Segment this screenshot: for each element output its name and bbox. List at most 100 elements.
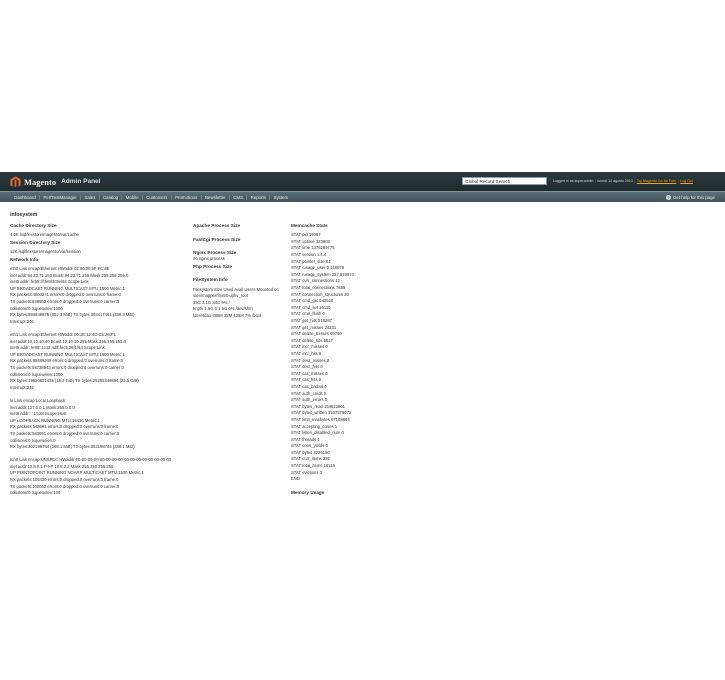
network-line: inet6 addr: fe80::ff:fe5f:fc8e/64 Scope:… xyxy=(10,279,89,285)
nav-item-dashboard[interactable]: Dashboard xyxy=(11,194,41,200)
network-line: lo Link encap:Local Loopback xyxy=(10,397,66,403)
network-line: inet addr:94.23.71.153 Bcast:94.23.71.25… xyxy=(10,272,129,278)
global-search-input[interactable] xyxy=(462,177,547,185)
nginx-process-size-value: no nginx process xyxy=(193,256,225,262)
nav-item-customers[interactable]: Customers xyxy=(143,194,172,200)
main-navigation: Dashboard PerfTestManager Sales Catalog … xyxy=(0,191,725,202)
fastcgi-process-size-heading: FastCgi Process Size xyxy=(193,236,241,242)
memcache-stat-line: STAT cas_badval 0 xyxy=(291,383,327,389)
network-line: TX packets:838553 errors:0 dropped:0 ove… xyxy=(10,299,120,305)
process-info-column: Apache Process Size FastCgi Process Size… xyxy=(193,222,288,320)
memcache-stat-line: STAT cas_hits 0 xyxy=(291,377,322,383)
memcache-stat-line: STAT accepting_conns 1 xyxy=(291,423,338,429)
memcache-stat-line: STAT version 1.4.4 xyxy=(291,252,327,258)
network-line: inet addr:10.10.10.40 Bcast:10.10.10.255… xyxy=(10,338,126,344)
cache-directory-size-heading: Cache Directory Size xyxy=(10,223,57,228)
filesystem-info-block: Filesystem Size Used Avail Use% Mounted … xyxy=(193,287,288,320)
memcache-stat-line: STAT delete_hits 6617 xyxy=(291,337,333,343)
network-line: eth0 Link encap:Ethernet HWaddr 02:00:00… xyxy=(10,266,110,272)
network-tun0-block: tun0 Link encap:UNSPEC HWaddr 00-00-00-0… xyxy=(10,457,190,497)
memcache-stat-line: STAT connection_structures 30 xyxy=(291,291,349,297)
session-directory-size-value: 12K /sql/lexstore/magento/var/session xyxy=(10,249,81,255)
memcache-stat-line: STAT cmd_set 16110 xyxy=(291,304,331,310)
session-directory-size-heading: Session Directory Size xyxy=(10,239,61,245)
memcache-stat-line: STAT evictions 0 xyxy=(291,469,322,475)
memcache-stat-line: STAT rusage_system 337.519974 xyxy=(291,271,354,277)
logo-text: Magento xyxy=(24,176,57,187)
network-line: UP BROADCAST RUNNING MULTICAST MTU:1500 … xyxy=(10,351,125,357)
memcache-stat-line: STAT incr_misses 0 xyxy=(291,344,328,350)
memcache-stat-line: STAT get_hits 518287 xyxy=(291,318,332,324)
network-line: TX packets:543691 errors:0 dropped:0 ove… xyxy=(10,430,120,436)
magento-logo[interactable]: Magento Admin Panel xyxy=(10,176,100,187)
nav-item-sales[interactable]: Sales xyxy=(81,194,100,200)
magento-logo-icon xyxy=(10,176,21,187)
network-line: UP LOOPBACK RUNNING MTU:16436 Metric:1 xyxy=(10,417,100,423)
help-link-label: Get help for this page xyxy=(673,194,715,200)
network-line: UP BROADCAST RUNNING MULTICAST MTU:1500 … xyxy=(10,285,125,291)
network-line: RX bytes:302198784 (288.1 MiB) TX bytes:… xyxy=(10,444,135,450)
nav-item-mobile[interactable]: Mobile xyxy=(122,194,143,200)
network-line: tun0 Link encap:UNSPEC HWaddr 00-00-00-0… xyxy=(10,457,172,463)
logout-link[interactable]: Log Out xyxy=(680,179,693,183)
logged-in-text: Logged in as superadmin xyxy=(553,178,594,183)
network-line: inet addr:127.0.0.1 Mask:255.0.0.0 xyxy=(10,404,75,410)
network-line: inet addr:10.8.0.1 P-t-P:10.8.0.2 Mask:2… xyxy=(10,463,114,469)
network-line: TX packets:58738943 errors:0 dropped:0 o… xyxy=(10,364,124,370)
network-line: RX packets:105430 errors:0 dropped:0 ove… xyxy=(10,477,119,483)
current-date: lunedì 12 agosto 2013 xyxy=(597,178,633,183)
user-info: Logged in as superadmin | lunedì 12 agosto… xyxy=(553,178,693,183)
nav-item-reports[interactable]: Reports xyxy=(247,194,271,200)
memcache-stat-line: STAT total_items 16115 xyxy=(291,463,335,469)
network-line: collisions:0 txqueuelen:0 xyxy=(10,437,56,443)
network-line: Interrupt:246 xyxy=(10,318,34,324)
filesystem-line: /dev/sda1 485M 32M 428M 7% /boot xyxy=(193,313,262,319)
nav-item-promotions[interactable]: Promotions xyxy=(172,194,202,200)
memcache-stat-line: STAT bytes_read 154622901 xyxy=(291,403,346,409)
nav-item-system[interactable]: System xyxy=(270,195,291,201)
nav-item-perftestmanager[interactable]: PerfTestManager xyxy=(40,194,82,200)
system-info-column: Cache Directory Size 4.6K /sql/lexstore/… xyxy=(10,222,190,497)
network-line: collisions:0 txqueuelen:1000 xyxy=(10,305,63,311)
page-title: infosystem xyxy=(10,212,38,218)
apache-process-size-heading: Apache Process Size xyxy=(193,223,241,228)
network-info-heading: Network Info xyxy=(10,256,39,262)
network-line: UP POINTOPOINT RUNNING NOARP MULTICAST M… xyxy=(10,470,144,476)
nav-item-catalog[interactable]: Catalog xyxy=(100,194,123,200)
nav-item-newsletter[interactable]: Newsletter xyxy=(202,194,230,200)
admin-header: Magento Admin Panel Logged in as superad… xyxy=(0,172,725,191)
memcache-stat-line: STAT decr_hits 0 xyxy=(291,364,323,370)
filesystem-line: /dev/mapper/foo50-uphv_root xyxy=(193,293,248,299)
memcache-stat-line: STAT curr_connections 12 xyxy=(291,278,340,284)
memcache-stat-line: STAT total_connections 7859 xyxy=(291,285,346,291)
memcache-stat-line: STAT auth_cmds 0 xyxy=(291,390,327,396)
network-line: collisions:0 txqueuelen:100 xyxy=(10,490,61,496)
memcache-stat-line: STAT threads 4 xyxy=(291,436,320,442)
memcache-stat-line: STAT listen_disabled_num 0 xyxy=(291,430,344,436)
network-line: RX packets:4004271 errors:0 dropped:0 ov… xyxy=(10,292,121,298)
help-link[interactable]: ? Get help for this page xyxy=(666,195,715,201)
memcache-stat-line: STAT limit_maxbytes 67108864 xyxy=(291,416,350,422)
memcache-stat-line: STAT incr_hits 0 xyxy=(291,350,322,356)
nav-item-cms[interactable]: CMS xyxy=(230,194,248,200)
memcache-column: Memcache Stats STAT pid 19087 STAT uptim… xyxy=(291,222,411,496)
memcache-stat-line: STAT cmd_flush 0 xyxy=(291,311,325,317)
memcache-stat-line: STAT pointer_size 64 xyxy=(291,258,331,264)
filesystem-line: tmpfs 1.5G 0 1.5G 0% /dev/shm xyxy=(193,306,253,312)
memcache-stat-line: STAT curr_items 326 xyxy=(291,456,330,462)
network-line: RX bytes:894848875 (852.3 MiB) TX bytes:… xyxy=(10,312,135,318)
nginx-process-size-heading: Nginx Process Size xyxy=(193,250,237,256)
memcache-stat-line: STAT pid 19087 xyxy=(291,232,321,238)
network-line: inet6 addr: ::1/128 Scope:Host xyxy=(10,411,67,417)
memcache-stat-line: STAT cmd_get 542518 xyxy=(291,298,334,304)
memcache-stat-line: STAT delete_misses 69780 xyxy=(291,331,342,337)
network-line: collisions:0 txqueuelen:1000 xyxy=(10,371,63,377)
network-eth1-block: eth1 Link encap:Ethernet HWaddr 00:1E:12… xyxy=(10,332,190,391)
cache-directory-size-value: 4.6K /sql/lexstore/magento/var/cache xyxy=(10,232,79,238)
memcache-stats-heading: Memcache Stats xyxy=(291,223,328,228)
memcache-stat-line: STAT conn_yields 0 xyxy=(291,443,328,449)
network-eth0-block: eth0 Link encap:Ethernet HWaddr 02:00:00… xyxy=(10,266,190,325)
memcache-stat-line: STAT uptime 323803 xyxy=(291,238,330,244)
try-magento-go-link[interactable]: Try Magento Go for Free xyxy=(637,179,676,183)
memcache-stat-line: STAT bytes 3226150 xyxy=(291,449,330,455)
